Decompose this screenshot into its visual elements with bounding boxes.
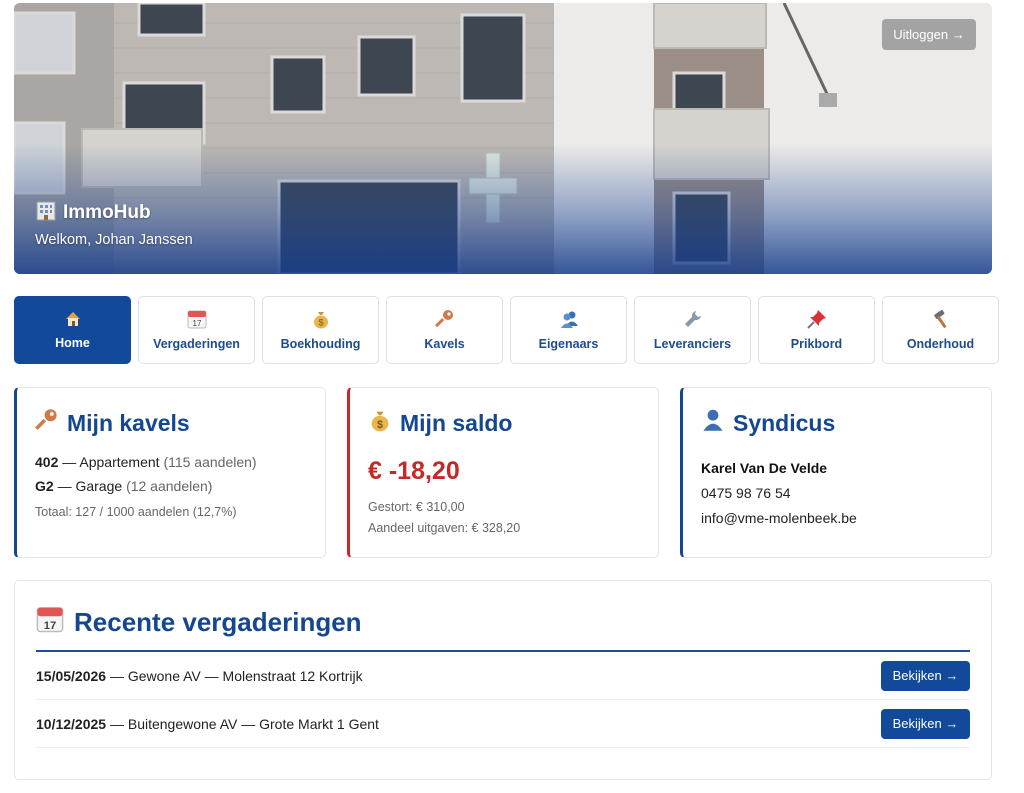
nav-leveranciers[interactable]: Leveranciers xyxy=(634,296,751,364)
svg-text:$: $ xyxy=(318,318,323,328)
calendar-icon: 17 xyxy=(36,605,64,640)
nav-label: Vergaderingen xyxy=(153,337,240,351)
nav-label: Boekhouding xyxy=(280,337,361,351)
card-title: Mijn kavels xyxy=(35,408,307,438)
meeting-date: 15/05/2026 xyxy=(36,667,107,684)
saldo-expenses: Aandeel uitgaven: € 328,20 xyxy=(368,521,521,535)
people-icon xyxy=(559,309,579,329)
meeting-row: 10/12/2025 — Buitengewone AV — Grote Mar… xyxy=(36,700,970,748)
nav-label: Onderhoud xyxy=(906,337,975,351)
meeting-desc: Buitengewone AV — Grote Markt 1 Gent xyxy=(127,715,379,732)
saldo-card: $ Mijn saldo € -18,20 Gestort: € 310,00 … xyxy=(347,387,659,558)
money-bag-icon: $ xyxy=(311,309,331,329)
kavels-title: Mijn kavels xyxy=(67,409,190,436)
nav-label: Eigenaars xyxy=(538,337,599,351)
card-title: $ Mijn saldo xyxy=(368,408,640,438)
kavel-shares: (115 aandelen) xyxy=(163,454,257,470)
syndicus-email: info@vme-molenbeek.be xyxy=(701,510,857,526)
hero-banner: ImmoHub Welkom, Johan Janssen Uitloggen … xyxy=(14,3,992,274)
meetings-title: Recente vergaderingen xyxy=(74,607,362,637)
kavel-shares: (12 aandelen) xyxy=(126,478,213,494)
meeting-date: 10/12/2025 xyxy=(36,715,107,732)
view-meeting-button[interactable]: Bekijken → xyxy=(881,708,970,739)
key-icon xyxy=(434,309,455,329)
nav-label: Prikbord xyxy=(790,337,843,351)
key-icon xyxy=(35,408,59,438)
saldo-title: Mijn saldo xyxy=(400,409,513,436)
meeting-info: 15/05/2026 — Gewone AV — Molenstraat 12 … xyxy=(36,667,363,684)
saldo-details: Gestort: € 310,00 Aandeel uitgaven: € 32… xyxy=(368,497,640,539)
nav-eigenaars[interactable]: Eigenaars xyxy=(510,296,627,364)
hero-overlay xyxy=(14,144,992,274)
syndicus-name: Karel Van De Velde xyxy=(701,460,828,476)
welcome-text: Welkom, Johan Janssen xyxy=(35,232,193,248)
kavels-total: Totaal: 127 / 1000 aandelen (12,7%) xyxy=(35,505,237,519)
kavel-list: 402 — Appartement (115 aandelen) G2 — Ga… xyxy=(35,454,307,494)
card-title: Syndicus xyxy=(701,408,973,438)
syndicus-title: Syndicus xyxy=(733,409,836,436)
meeting-desc: Gewone AV — Molenstraat 12 Kortrijk xyxy=(127,667,363,684)
house-icon xyxy=(64,310,82,328)
kavel-item: 402 — Appartement (115 aandelen) xyxy=(35,454,257,470)
hammer-icon xyxy=(931,309,951,329)
saldo-amount: € -18,20 xyxy=(368,457,460,485)
logout-button[interactable]: Uitloggen → xyxy=(882,19,976,50)
calendar-icon: 17 xyxy=(187,309,207,329)
view-meeting-button[interactable]: Bekijken → xyxy=(881,660,970,691)
meeting-info: 10/12/2025 — Buitengewone AV — Grote Mar… xyxy=(36,715,379,732)
nav-label: Kavels xyxy=(424,337,465,351)
meetings-panel: 17 Recente vergaderingen 15/05/2026 — Ge… xyxy=(14,580,992,780)
meeting-row: 15/05/2026 — Gewone AV — Molenstraat 12 … xyxy=(36,652,970,700)
nav-kavels[interactable]: Kavels xyxy=(386,296,503,364)
saldo-deposited: Gestort: € 310,00 xyxy=(368,500,465,514)
svg-text:17: 17 xyxy=(192,319,201,328)
pushpin-icon xyxy=(806,309,827,329)
kavel-type: Garage xyxy=(75,478,123,494)
kavels-card: Mijn kavels 402 — Appartement (115 aande… xyxy=(14,387,326,558)
kavel-item: G2 — Garage (12 aandelen) xyxy=(35,478,213,494)
nav-home[interactable]: Home xyxy=(14,296,131,364)
nav-onderhoud[interactable]: Onderhoud xyxy=(882,296,999,364)
brand-name: ImmoHub xyxy=(63,202,151,223)
nav-label: Home xyxy=(55,336,90,350)
wrench-icon xyxy=(683,309,703,329)
meetings-heading: 17 Recente vergaderingen xyxy=(36,605,970,652)
main-nav: Home 17 Vergaderingen $ Boekhouding Kave… xyxy=(14,296,999,364)
nav-label: Leveranciers xyxy=(653,337,732,351)
syndicus-card: Syndicus Karel Van De Velde 0475 98 76 5… xyxy=(680,387,992,558)
money-bag-icon: $ xyxy=(368,408,392,438)
svg-text:17: 17 xyxy=(44,620,56,632)
office-building-icon xyxy=(35,199,57,227)
brand: ImmoHub xyxy=(35,199,151,227)
nav-boekhouding[interactable]: $ Boekhouding xyxy=(262,296,379,364)
syndicus-phone: 0475 98 76 54 xyxy=(701,485,791,501)
nav-vergaderingen[interactable]: 17 Vergaderingen xyxy=(138,296,255,364)
nav-prikbord[interactable]: Prikbord xyxy=(758,296,875,364)
person-icon xyxy=(701,408,725,438)
kavel-id: G2 xyxy=(35,478,54,494)
kavel-id: 402 xyxy=(35,454,59,470)
kavel-type: Appartement xyxy=(79,454,160,470)
svg-text:$: $ xyxy=(377,419,383,431)
